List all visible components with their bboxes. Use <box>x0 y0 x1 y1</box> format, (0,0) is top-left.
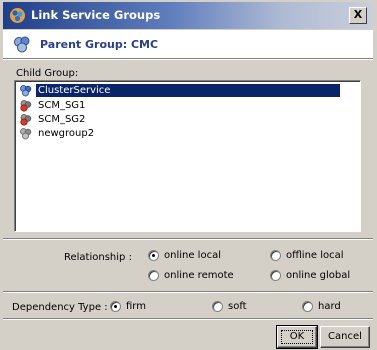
header-divider <box>3 58 373 60</box>
dependency-type-label: Dependency Type : <box>12 302 108 313</box>
relationship-divider <box>3 238 373 240</box>
radio-label: firm <box>126 301 146 312</box>
radio-soft[interactable]: soft <box>212 301 247 312</box>
radio-indicator <box>270 250 281 261</box>
list-item-newgroup2[interactable]: newgroup2 <box>19 126 355 140</box>
dependency-divider <box>3 291 373 293</box>
radio-label: online remote <box>164 270 234 281</box>
radio-online-remote[interactable]: online remote <box>148 270 234 281</box>
child-group-label: Child Group: <box>16 68 79 79</box>
radio-label: soft <box>228 301 247 312</box>
radio-label: hard <box>318 301 341 312</box>
list-item-clusterservice[interactable]: ClusterService <box>19 83 355 97</box>
buttons-divider <box>3 318 373 320</box>
parent-group-label: Parent Group: CMC <box>40 38 159 51</box>
list-item-label: SCM_SG1 <box>38 99 86 111</box>
title-bar[interactable]: Link Service Groups X <box>3 2 373 29</box>
service-group-faulted-icon <box>20 113 32 126</box>
dialog-title: Link Service Groups <box>31 8 161 22</box>
radio-online-global[interactable]: online global <box>270 270 350 281</box>
service-group-offline-icon <box>20 127 32 139</box>
radio-firm[interactable]: firm <box>110 301 146 312</box>
radio-indicator <box>110 301 121 312</box>
relationship-label: Relationship : <box>64 252 132 263</box>
list-item-label: SCM_SG2 <box>38 113 86 125</box>
cluster-service-icon <box>20 84 32 96</box>
radio-indicator <box>212 301 223 312</box>
radio-indicator <box>270 270 281 281</box>
list-item-label: newgroup2 <box>38 127 95 139</box>
service-group-icon <box>14 36 30 53</box>
radio-label: online local <box>164 250 221 261</box>
radio-indicator <box>148 250 159 261</box>
radio-indicator <box>302 301 313 312</box>
ok-button[interactable]: OK <box>276 325 318 349</box>
radio-online-local[interactable]: online local <box>148 250 221 261</box>
radio-label: offline local <box>286 250 344 261</box>
list-item-label: ClusterService <box>36 83 340 97</box>
child-group-list[interactable]: ClusterService SCM_SG1 SCM_SG2 newgroup2 <box>14 80 361 232</box>
service-group-faulted-icon <box>20 99 32 112</box>
focus-rect <box>281 330 313 344</box>
radio-indicator <box>148 270 159 281</box>
cancel-button[interactable]: Cancel <box>320 326 370 348</box>
radio-label: online global <box>286 270 351 281</box>
link-service-groups-dialog: Link Service Groups X Parent Group: CMC … <box>0 0 377 350</box>
list-item-scm-sg1[interactable]: SCM_SG1 <box>19 98 355 112</box>
service-group-link-icon <box>10 8 25 23</box>
radio-hard[interactable]: hard <box>302 301 341 312</box>
close-button[interactable]: X <box>349 7 367 24</box>
radio-offline-local[interactable]: offline local <box>270 250 344 261</box>
list-item-scm-sg2[interactable]: SCM_SG2 <box>19 112 355 126</box>
